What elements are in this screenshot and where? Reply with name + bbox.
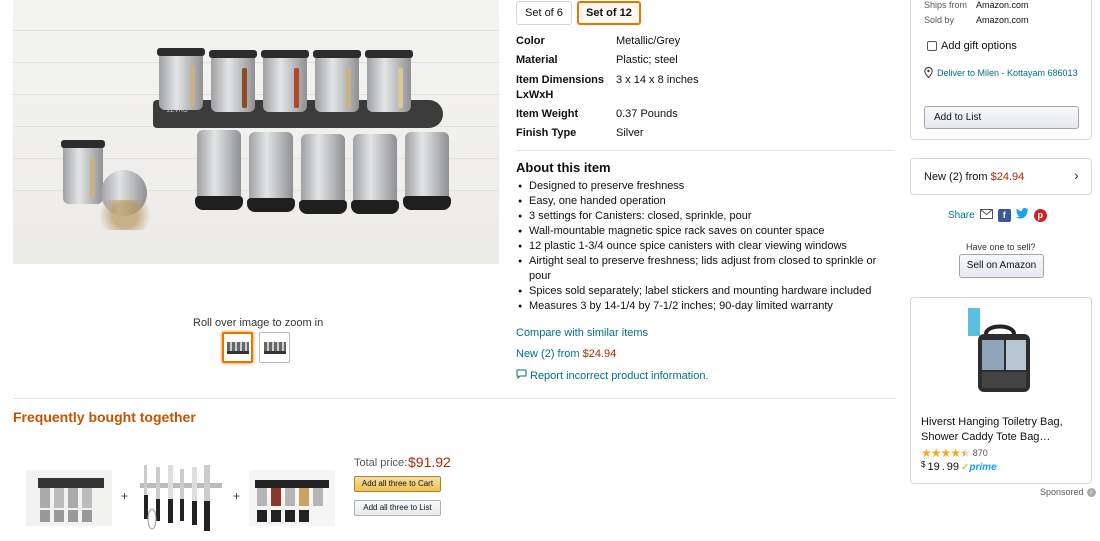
info-icon[interactable]: i [1086,487,1096,497]
fbt-product-2-image[interactable] [138,463,224,535]
compare-link[interactable]: Compare with similar items [516,327,648,339]
star-rating-icon: ★★★★★ [921,446,971,460]
twitter-icon[interactable] [1015,208,1029,222]
thumbnail-1[interactable] [222,332,253,363]
report-label: Report incorrect product information. [530,369,709,382]
sponsored-text: Sponsored [1040,487,1084,497]
spec-value-weight: 0.37 Pounds [616,108,678,120]
thumbnail-2[interactable] [259,332,290,363]
plus-sign: + [121,489,129,503]
new-from-link[interactable]: New (2) from $24.94 [516,348,616,360]
ad-rating[interactable]: ★★★★★ 870 [921,446,988,460]
chevron-right-icon[interactable]: › [1074,167,1079,183]
bullet-item: 3 settings for Canisters: closed, sprink… [516,209,886,224]
sold-by-value: Amazon.com [976,15,1029,25]
spec-label-dimensions: Item Dimensions LxWxH [516,74,605,101]
zoom-hint: Roll over image to zoom in [193,317,324,329]
plus-sign: + [233,489,241,503]
price-fraction: 99 [946,461,960,473]
speech-bubble-icon [516,369,527,382]
ad-price: $19. 99 ✓prime [921,459,997,474]
new-from-label: New (2) from [516,348,583,360]
spec-label-color: Color [516,35,545,47]
total-price-label: Total price: [354,457,408,469]
bullet-item: Wall-mountable magnetic spice rack saves… [516,224,886,239]
facebook-icon[interactable]: f [997,208,1011,222]
price-whole: 19 [927,461,940,473]
spec-value-finish: Silver [616,127,644,139]
bullet-item: Airtight seal to preserve freshness; lid… [516,254,886,284]
about-bullets: Designed to preserve freshness Easy, one… [516,179,886,314]
gift-options-checkbox[interactable] [927,41,937,51]
bullet-item: Designed to preserve freshness [516,179,886,194]
size-option-set-of-6[interactable]: Set of 6 [516,1,572,25]
spec-value-material: Plastic; steel [616,54,678,66]
prime-badge-icon: ✓prime [961,461,997,473]
ships-from-label: Ships from [924,0,968,10]
new-from-price: $24.94 [582,348,617,360]
review-count: 870 [972,448,988,458]
deliver-to-text: Deliver to Milen - Kottayam 686013 [937,68,1078,78]
fbt-product-1-image[interactable] [26,470,112,526]
add-to-list-button[interactable]: Add to List [924,106,1079,129]
bullet-item: 12 plastic 1-3/4 ounce spice canisters w… [516,239,886,254]
spec-label-weight: Item Weight [516,108,579,120]
ad-product-image[interactable] [960,306,1040,406]
spec-value-color: Metallic/Grey [616,35,681,47]
sponsored-label[interactable]: Sponsored i [1040,487,1096,497]
total-price-value: $91.92 [408,454,451,470]
new-offers-price: $24.94 [990,171,1025,183]
fbt-title: Frequently bought together [13,409,196,425]
spec-value-dimensions: 3 x 14 x 8 inches [616,74,699,86]
share-row: Share f p [948,208,1047,222]
new-offers-text[interactable]: New (2) from $24.94 [924,171,1024,183]
bullet-item: Easy, one handed operation [516,194,886,209]
pinterest-icon[interactable]: p [1033,208,1047,222]
spec-label-material: Material [516,54,558,66]
add-all-to-cart-button[interactable]: Add all three to Cart [354,476,441,492]
location-pin-icon [924,66,933,82]
section-divider [13,398,896,399]
sold-by-label: Sold by [924,15,955,25]
report-link[interactable]: Report incorrect product information. [516,369,709,382]
about-title: About this item [516,160,611,175]
sell-on-amazon-button[interactable]: Sell on Amazon [959,254,1044,278]
fbt-product-3-image[interactable] [249,470,335,526]
divider [516,150,894,151]
sell-question: Have one to sell? [966,242,1036,252]
bullet-item: Spices sold separately; label stickers a… [516,284,886,299]
deliver-to-link[interactable]: Deliver to Milen - Kottayam 686013 [924,66,1084,82]
main-product-image[interactable]: ZEVRO [13,0,499,264]
email-icon[interactable] [979,208,993,222]
ad-title[interactable]: Hiverst Hanging Toiletry Bag, Shower Cad… [921,415,1086,445]
bullet-item: Measures 3 by 14-1/4 by 7-1/2 inches; 90… [516,299,886,314]
gift-options-label[interactable]: Add gift options [941,40,1017,52]
spec-label-finish: Finish Type [516,127,577,139]
size-option-set-of-12[interactable]: Set of 12 [577,1,641,25]
new-offers-label: New (2) from [924,171,991,183]
share-label: Share [948,209,975,221]
add-all-to-list-button[interactable]: Add all three to List [354,500,441,516]
ships-from-value: Amazon.com [976,0,1029,10]
price-currency: $ [921,459,926,469]
